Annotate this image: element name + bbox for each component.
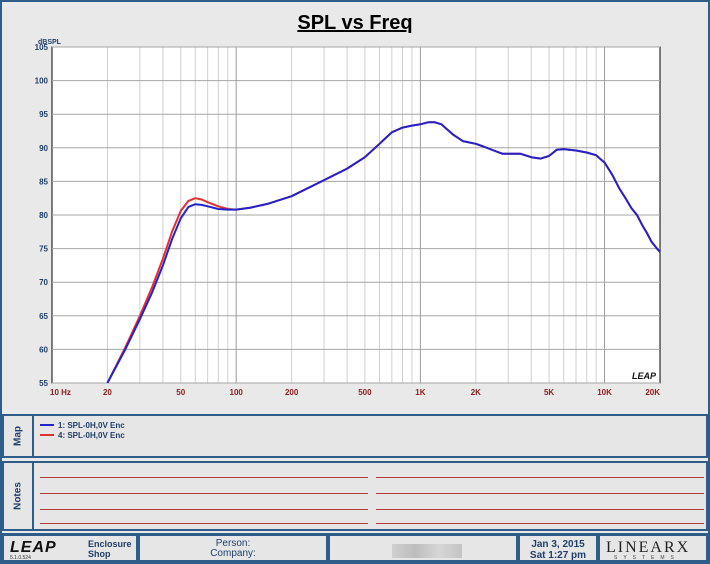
notes-rule — [376, 477, 704, 478]
legend-swatch-4 — [40, 434, 54, 436]
x-tick-label: 200 — [285, 388, 299, 397]
y-tick-label: 65 — [39, 312, 48, 321]
y-tick-label: 80 — [39, 211, 48, 220]
notes-panel: Notes — [2, 461, 708, 531]
notes-label: Notes — [12, 482, 24, 510]
version-text: 5.1.0.524 — [10, 555, 31, 561]
y-axis-label: dBSPL — [38, 39, 62, 46]
y-tick-label: 75 — [39, 245, 48, 254]
x-tick-label: 100 — [230, 388, 244, 397]
notes-rule — [376, 509, 704, 510]
date-text: Jan 3, 2015 — [531, 539, 585, 550]
x-tick-label: 20K — [645, 388, 660, 397]
time-text: Sat 1:27 pm — [529, 550, 587, 561]
person-company: Person: Company: — [140, 539, 326, 559]
legend-text-1: 1: SPL-0H,0V Enc — [58, 420, 125, 430]
redacted-box — [330, 536, 516, 560]
x-tick-label: 2K — [471, 388, 481, 397]
notes-rule — [376, 493, 704, 494]
x-tick-label: 20 — [103, 388, 112, 397]
x-tick-label: 10K — [597, 388, 612, 397]
y-tick-label: 70 — [39, 278, 48, 287]
company-label: Company: — [210, 548, 256, 559]
notes-rule — [40, 509, 368, 510]
y-tick-label: 55 — [39, 379, 48, 388]
y-tick-label: 100 — [35, 77, 49, 86]
legend: 1: SPL-0H,0V Enc 4: SPL-0H,0V Enc — [40, 420, 125, 440]
brand-box: LINEARX SYSTEMS — [600, 536, 706, 561]
redacted-image — [392, 544, 462, 558]
x-tick-label: 50 — [176, 388, 185, 397]
app-name-line1: Enclosure — [88, 539, 132, 549]
x-tick-label: 5K — [544, 388, 554, 397]
x-tick-label: 10 Hz — [50, 388, 71, 397]
x-tick-label: 500 — [358, 388, 372, 397]
date-box: Jan 3, 2015 Sat 1:27 pm — [520, 536, 596, 561]
legend-swatch-1 — [40, 424, 54, 426]
y-tick-label: 85 — [39, 177, 48, 186]
spl-chart: 556065707580859095100105dBSPL10 Hz 20 50 10… — [35, 39, 661, 397]
plot-leap-logo: LEAP — [632, 371, 657, 381]
y-tick-label: 95 — [39, 110, 48, 119]
y-tick-label: 90 — [39, 144, 48, 153]
notes-rule — [40, 493, 368, 494]
map-panel: Map 1: SPL-0H,0V Enc 4: SPL-0H,0V Enc — [2, 414, 708, 458]
legend-text-4: 4: SPL-0H,0V Enc — [58, 430, 125, 440]
notes-rule — [376, 523, 704, 524]
legend-item-1[interactable]: 1: SPL-0H,0V Enc — [40, 420, 125, 430]
notes-side-label: Notes — [4, 463, 34, 529]
date-time: Jan 3, 2015 Sat 1:27 pm — [520, 539, 596, 561]
footer-bar: LEAP 5.1.0.524 Enclosure Shop Person: Co… — [2, 533, 708, 562]
notes-rule — [40, 477, 368, 478]
map-label: Map — [12, 426, 24, 446]
map-side-label: Map — [4, 416, 34, 456]
x-tick-label: 1K — [415, 388, 425, 397]
app-name-line2: Shop — [88, 549, 111, 559]
legend-item-4[interactable]: 4: SPL-0H,0V Enc — [40, 430, 125, 440]
app-info-box: LEAP 5.1.0.524 Enclosure Shop — [4, 536, 136, 561]
notes-lines[interactable] — [40, 463, 704, 529]
systems-text: SYSTEMS — [614, 555, 680, 561]
app-name: Enclosure Shop — [88, 539, 132, 559]
notes-rule — [40, 523, 368, 524]
person-box: Person: Company: — [140, 536, 326, 560]
y-tick-label: 60 — [39, 345, 48, 354]
